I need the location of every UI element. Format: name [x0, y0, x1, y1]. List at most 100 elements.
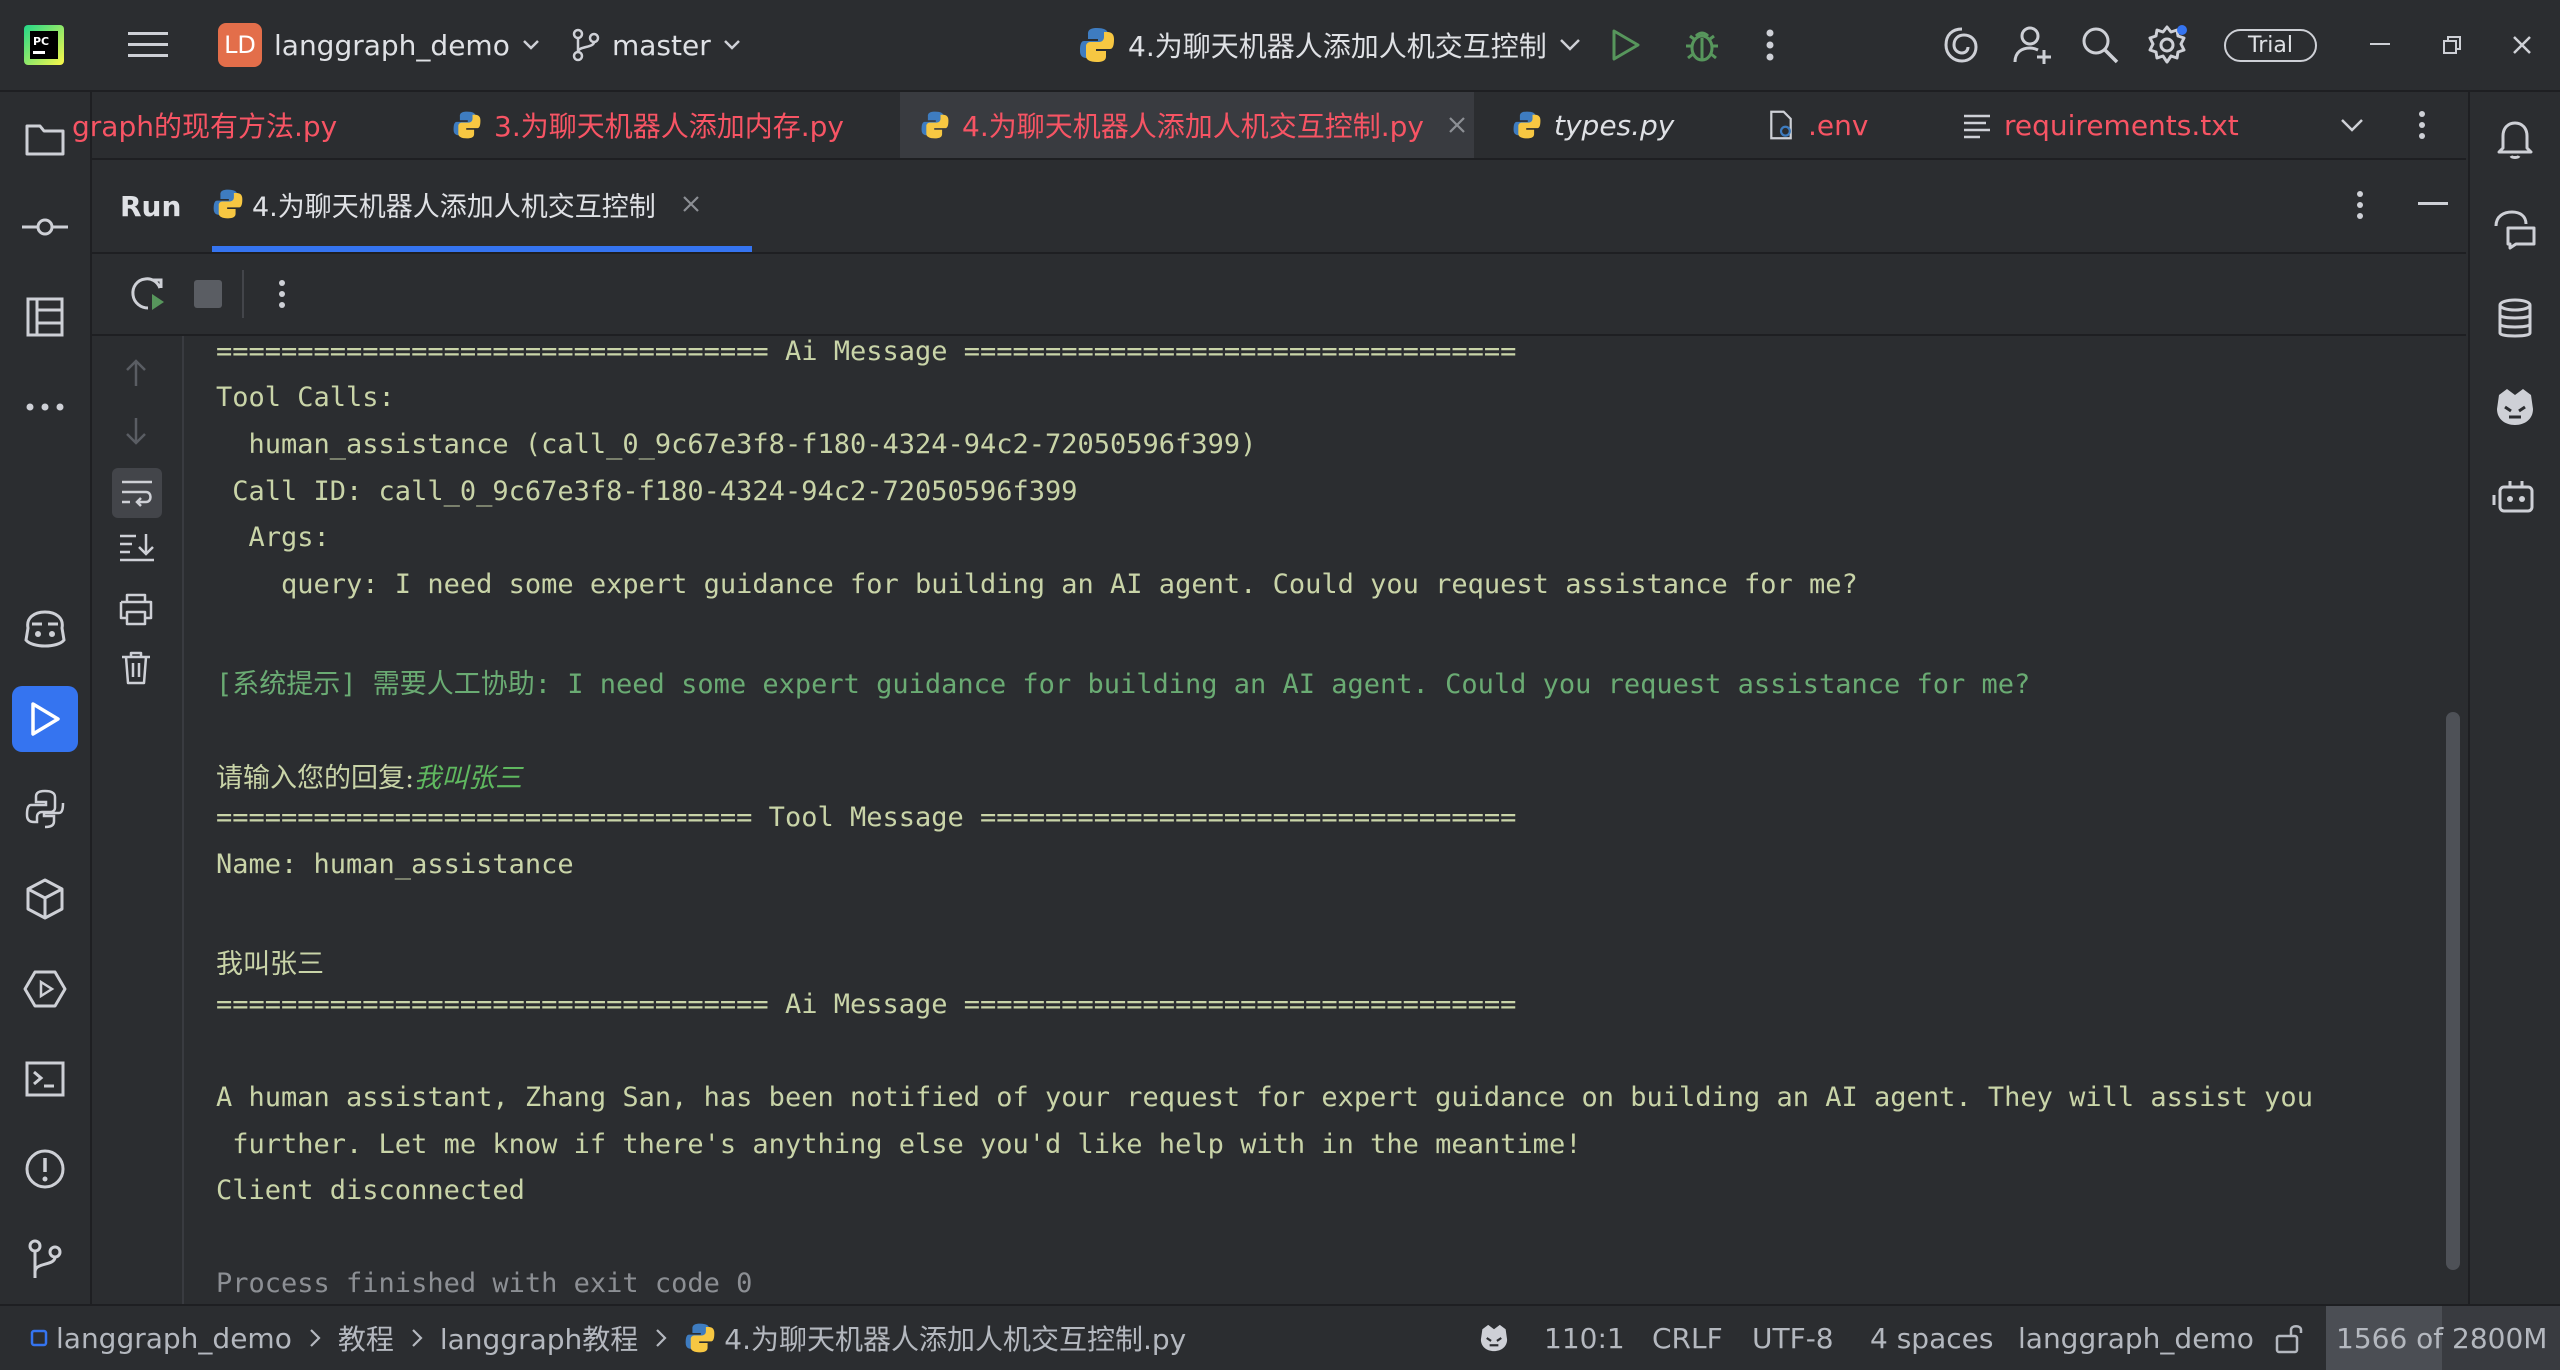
- python-interpreter[interactable]: langgraph_demo: [2018, 1306, 2254, 1370]
- problems-icon[interactable]: [20, 1144, 70, 1194]
- run-tab[interactable]: 4.为聊天机器人添加人机交互控制: [212, 160, 700, 248]
- structure-icon[interactable]: [20, 292, 70, 342]
- tabs-dropdown-icon[interactable]: [2340, 92, 2380, 158]
- python-file-icon: [1513, 111, 1541, 139]
- indent-setting[interactable]: 4 spaces: [1870, 1306, 1993, 1370]
- breadcrumb-item[interactable]: langgraph教程: [440, 1318, 638, 1358]
- console-input-prompt: 请输入您的回复:我叫张三: [216, 763, 523, 794]
- title-bar: PC LD langgraph_demo master 4.为聊天机器人添加人机…: [0, 0, 2560, 92]
- python-console-icon[interactable]: [20, 784, 70, 834]
- stop-icon[interactable]: [194, 280, 222, 308]
- run-tool-icon[interactable]: [12, 686, 78, 752]
- cursor-position[interactable]: 110:1: [1544, 1306, 1625, 1370]
- chevron-down-icon: [522, 40, 539, 50]
- project-avatar: LD: [218, 23, 262, 67]
- python-file-icon: [213, 189, 243, 219]
- services-icon[interactable]: [20, 964, 70, 1014]
- git-icon[interactable]: [20, 1234, 70, 1284]
- project-selector[interactable]: LD langgraph_demo: [218, 0, 540, 90]
- play-icon: [1612, 29, 1640, 61]
- chevron-right-icon: [310, 1329, 321, 1347]
- editor-tab-active[interactable]: 4.为聊天机器人添加人机交互控制.py: [900, 92, 1474, 158]
- ai-assistant-icon[interactable]: [1942, 0, 1982, 90]
- line-separator[interactable]: CRLF: [1652, 1306, 1723, 1370]
- editor-tab[interactable]: .env: [1766, 92, 1966, 158]
- close-tab-icon[interactable]: [682, 195, 700, 213]
- lock-open-icon[interactable]: [2274, 1306, 2304, 1370]
- hide-panel-icon[interactable]: [2418, 202, 2448, 206]
- minimize-window-icon[interactable]: [2370, 0, 2390, 90]
- settings-gear-icon[interactable]: [2146, 0, 2188, 90]
- console-line: query: I need some expert guidance for b…: [216, 569, 1858, 600]
- scroll-down-arrow-icon[interactable]: [124, 416, 148, 446]
- close-tab-icon[interactable]: [1448, 116, 1466, 134]
- search-icon[interactable]: [2080, 0, 2120, 90]
- console-line: ================================= Tool M…: [216, 802, 1517, 833]
- console-line: Call ID: call_0_9c67e3f8-f180-4324-94c2-…: [216, 476, 1078, 507]
- run-panel-options-icon[interactable]: [2356, 190, 2364, 220]
- debug-button[interactable]: [1684, 0, 1720, 90]
- breadcrumb-item[interactable]: 4.为聊天机器人添加人机交互控制.py: [724, 1318, 1186, 1358]
- breadcrumb: langgraph_demo 教程 langgraph教程 4.为聊天机器人添加…: [30, 1306, 1186, 1370]
- copilot-icon[interactable]: [20, 606, 70, 656]
- scroll-up-arrow-icon[interactable]: [124, 358, 148, 388]
- python-packages-icon[interactable]: [20, 874, 70, 924]
- run-button[interactable]: [1610, 0, 1642, 90]
- env-file-icon: [1770, 110, 1792, 140]
- console-exit-line: Process finished with exit code 0: [216, 1268, 753, 1299]
- chevron-down-icon: [1559, 39, 1580, 51]
- console-system-prompt: [系统提示] 需要人工协助: I need some expert guidan…: [216, 669, 2031, 700]
- console-line: Args:: [216, 522, 330, 553]
- toolbar-more-icon[interactable]: [278, 279, 286, 309]
- right-tool-strip: [2468, 92, 2560, 1304]
- active-tab-indicator: [212, 246, 752, 252]
- run-config-selector[interactable]: 4.为聊天机器人添加人机交互控制: [1078, 0, 1581, 90]
- console-scrollbar[interactable]: [2446, 712, 2460, 1270]
- branch-selector[interactable]: master: [570, 0, 741, 90]
- text-file-icon: [1964, 114, 1990, 139]
- editor-tab[interactable]: requirements.txt: [1962, 92, 2342, 158]
- memory-indicator[interactable]: 1566 of 2800M: [2326, 1306, 2560, 1370]
- close-window-icon[interactable]: [2512, 0, 2532, 90]
- left-tool-strip: [0, 92, 92, 1304]
- svg-text:PC: PC: [33, 35, 49, 48]
- python-file-icon: [1080, 28, 1114, 62]
- git-branch-icon: [572, 28, 600, 62]
- chevron-right-icon: [412, 1329, 423, 1347]
- file-encoding[interactable]: UTF-8: [1752, 1306, 1834, 1370]
- console-line: further. Let me know if there's anything…: [216, 1129, 1582, 1160]
- soft-wrap-icon[interactable]: [112, 468, 162, 518]
- restore-window-icon[interactable]: [2442, 0, 2462, 90]
- module-square-icon: [30, 1329, 48, 1347]
- database-icon[interactable]: [2490, 294, 2540, 344]
- scroll-to-end-icon[interactable]: [118, 532, 156, 562]
- chevron-right-icon: [656, 1329, 667, 1347]
- console-output[interactable]: ================================== Ai Me…: [184, 336, 2466, 1304]
- breadcrumb-item[interactable]: langgraph_demo: [56, 1322, 292, 1355]
- notifications-bell-icon[interactable]: [2490, 114, 2540, 164]
- more-tools-icon[interactable]: [20, 382, 70, 432]
- pycharm-logo-icon[interactable]: PC: [24, 0, 64, 90]
- editor-tabs-bar: graph的现有方法.py 3.为聊天机器人添加内存.py 4.为聊天机器人添加…: [72, 92, 2466, 160]
- ai-agent-icon[interactable]: [2490, 472, 2540, 522]
- more-actions-icon[interactable]: [1766, 0, 1774, 90]
- trial-badge[interactable]: Trial: [2224, 0, 2317, 90]
- project-folder-icon[interactable]: [20, 114, 70, 164]
- add-user-icon[interactable]: [2012, 0, 2054, 90]
- rerun-icon[interactable]: [128, 274, 168, 314]
- mascot-status-icon[interactable]: [1478, 1306, 1510, 1370]
- console-gutter: [92, 336, 184, 1304]
- commit-icon[interactable]: [20, 202, 70, 252]
- terminal-icon[interactable]: [20, 1054, 70, 1104]
- clear-trash-icon[interactable]: [120, 650, 152, 686]
- print-icon[interactable]: [118, 592, 154, 626]
- plugin-mascot-icon[interactable]: [2490, 382, 2540, 432]
- tabs-more-icon[interactable]: [2418, 92, 2438, 158]
- breadcrumb-item[interactable]: 教程: [338, 1318, 394, 1358]
- console-line: 我叫张三: [216, 949, 324, 980]
- ai-chat-icon[interactable]: [2490, 204, 2540, 254]
- main-menu-icon[interactable]: [128, 0, 168, 90]
- editor-tab[interactable]: graph的现有方法.py: [72, 92, 458, 158]
- console-line: Name: human_assistance: [216, 849, 574, 880]
- run-panel-title: Run: [120, 189, 182, 223]
